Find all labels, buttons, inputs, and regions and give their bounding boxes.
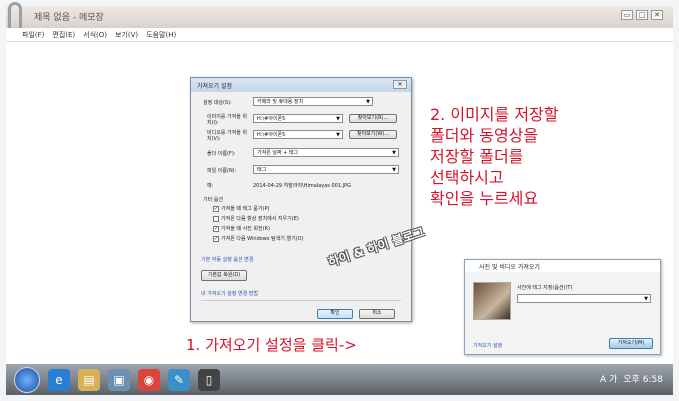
menubar: 파일(F) 편집(E) 서식(O) 보기(V) 도움말(H) bbox=[6, 28, 673, 42]
folder-name-select[interactable]: 가져온 날짜 + 태그 ▼ bbox=[253, 148, 399, 157]
checkbox[interactable]: ✓ bbox=[213, 205, 219, 212]
photos-folder-select[interactable]: H:\#아이폰5 ▼ bbox=[253, 114, 343, 123]
how-to-change-link[interactable]: 내 가져오기 설정 변경 방법 bbox=[201, 290, 258, 297]
option-open-explorer[interactable]: ✓ 가져온 다음 Windows 탐색기 열기(O) bbox=[213, 235, 304, 242]
import-button[interactable]: 가져오기(M) bbox=[609, 338, 653, 349]
option-label: 가져올 때 사진 회전(R) bbox=[221, 226, 270, 232]
option-prompt-tag[interactable]: ✓ 가져올 때 태그 묻기(P) bbox=[213, 205, 270, 212]
ie-icon[interactable]: e bbox=[48, 368, 70, 391]
example-label: 예: bbox=[207, 183, 214, 189]
step2-annotation: 2. 이미지를 저장할 폴더와 동영상을 저장할 폴더를 선택하시고 확인을 누… bbox=[430, 104, 558, 209]
step1-annotation: 1. 가져오기 설정을 클릭-> bbox=[186, 336, 357, 354]
videos-folder-value: H:\#아이폰5 bbox=[257, 132, 286, 138]
menu-format[interactable]: 서식(O) bbox=[83, 30, 107, 40]
example-value: 2014-04-29 히말라야\Himalayas 001.JPG bbox=[253, 183, 351, 189]
cancel-button[interactable]: 취소 bbox=[359, 309, 395, 319]
close-button[interactable]: ✕ bbox=[651, 10, 663, 20]
file-name-select[interactable]: 태그 ▼ bbox=[253, 165, 399, 174]
photos-folder-value: H:\#아이폰5 bbox=[257, 116, 286, 122]
checkbox[interactable]: ✓ bbox=[213, 235, 219, 242]
explorer-icon[interactable]: ▤ bbox=[78, 368, 100, 391]
ok-button[interactable]: 확인 bbox=[317, 309, 353, 319]
file-name-value: 태그 bbox=[257, 167, 267, 173]
notepad-taskbar-icon[interactable]: ✎ bbox=[168, 368, 190, 391]
file-name-label: 파일 이름(N): bbox=[207, 168, 237, 174]
clock[interactable]: 오후 6:58 bbox=[623, 372, 663, 385]
folder-name-value: 가져온 날짜 + 태그 bbox=[257, 150, 299, 156]
chevron-down-icon: ▼ bbox=[336, 132, 340, 138]
option-erase-after[interactable]: 가져온 다음 항상 장치에서 지우기(E) bbox=[213, 215, 299, 222]
menu-file[interactable]: 파일(F) bbox=[22, 30, 44, 40]
photos-folder-label: 이미지를 가져올 위치(I): bbox=[207, 114, 247, 126]
menu-view[interactable]: 보기(V) bbox=[115, 30, 138, 40]
browse-photos-button[interactable]: 찾아보기(R)... bbox=[349, 114, 397, 123]
taskbar: e ▤ ▣ ◉ ✎ ▯ A 가 오후 6:58 bbox=[6, 364, 673, 395]
chevron-down-icon: ▼ bbox=[392, 167, 396, 173]
import-settings-title: 가져오기 설정 bbox=[197, 83, 233, 90]
settings-for-value: 카메라 및 휴대용 장치 bbox=[257, 99, 304, 105]
option-label: 가져온 다음 항상 장치에서 지우기(E) bbox=[221, 216, 299, 222]
window-title: 제목 없음 - 메모장 bbox=[34, 13, 104, 23]
maximize-button[interactable]: □ bbox=[636, 10, 648, 20]
step2-line: 2. 이미지를 저장할 bbox=[430, 105, 559, 124]
menu-edit[interactable]: 편집(E) bbox=[52, 30, 75, 40]
photo-import-dialog: 사진 및 비디오 가져오기 사진에 태그 지정(옵션)(T) ▼ 가져오기 설정… bbox=[464, 259, 661, 355]
media-icon[interactable]: ▣ bbox=[108, 368, 130, 391]
step2-line: 저장할 폴더를 bbox=[430, 147, 524, 166]
chevron-down-icon: ▼ bbox=[644, 296, 648, 302]
videos-folder-select[interactable]: H:\#아이폰5 ▼ bbox=[253, 130, 343, 139]
step2-line: 선택하시고 bbox=[430, 168, 504, 187]
other-options-heading: 기타 옵션 bbox=[203, 197, 223, 203]
photo-import-title: 사진 및 비디오 가져오기 bbox=[479, 264, 540, 271]
option-rotate[interactable]: ✓ 가져올 때 사진 회전(R) bbox=[213, 225, 270, 232]
chevron-down-icon: ▼ bbox=[336, 116, 340, 122]
restore-defaults-button[interactable]: 기본값 복원(D) bbox=[201, 270, 247, 281]
menu-help[interactable]: 도움말(H) bbox=[146, 30, 176, 40]
phone-icon[interactable]: ▯ bbox=[198, 368, 220, 391]
window-controls: ▭ □ ✕ bbox=[621, 10, 663, 20]
system-tray: A 가 오후 6:58 bbox=[600, 372, 663, 385]
divider bbox=[201, 300, 401, 301]
import-settings-titlebar: 가져오기 설정 ✕ bbox=[191, 78, 411, 92]
start-button[interactable] bbox=[14, 366, 40, 393]
checkbox[interactable] bbox=[213, 215, 219, 222]
chevron-down-icon: ▼ bbox=[392, 150, 396, 156]
folder-name-label: 폴더 이름(F): bbox=[207, 151, 236, 157]
import-settings-link[interactable]: 가져오기 설정 bbox=[473, 342, 502, 349]
minimize-button[interactable]: ▭ bbox=[621, 10, 633, 20]
settings-for-label: 설정 대상(S): bbox=[203, 100, 232, 106]
browse-videos-button[interactable]: 찾아보기(W)... bbox=[349, 130, 397, 139]
settings-for-select[interactable]: 카메라 및 휴대용 장치 ▼ bbox=[253, 97, 373, 106]
option-label: 가져올 때 태그 묻기(P) bbox=[221, 206, 270, 212]
checkbox[interactable]: ✓ bbox=[213, 225, 219, 232]
option-label: 가져온 다음 Windows 탐색기 열기(O) bbox=[221, 236, 304, 242]
notepad-titlebar: 제목 없음 - 메모장 ▭ □ ✕ bbox=[6, 6, 673, 28]
photo-import-titlebar: 사진 및 비디오 가져오기 bbox=[465, 260, 660, 272]
chrome-icon[interactable]: ◉ bbox=[138, 368, 160, 391]
step2-line: 폴더와 동영상을 bbox=[430, 126, 539, 145]
ime-indicator[interactable]: A 가 bbox=[600, 372, 617, 385]
tag-input[interactable]: ▼ bbox=[517, 294, 651, 303]
step2-line: 확인을 누르세요 bbox=[430, 189, 539, 208]
dialog-close-button[interactable]: ✕ bbox=[393, 80, 407, 89]
import-settings-dialog: 가져오기 설정 ✕ 설정 대상(S): 카메라 및 휴대용 장치 ▼ 이미지를 가… bbox=[190, 77, 412, 322]
autoplay-options-link[interactable]: 기본 자동 실행 옵션 변경 bbox=[201, 256, 253, 263]
tag-label: 사진에 태그 지정(옵션)(T) bbox=[517, 285, 573, 291]
chevron-down-icon: ▼ bbox=[366, 99, 370, 105]
photo-thumbnail bbox=[473, 282, 511, 320]
videos-folder-label: 비디오를 가져올 위치(V): bbox=[207, 130, 247, 142]
